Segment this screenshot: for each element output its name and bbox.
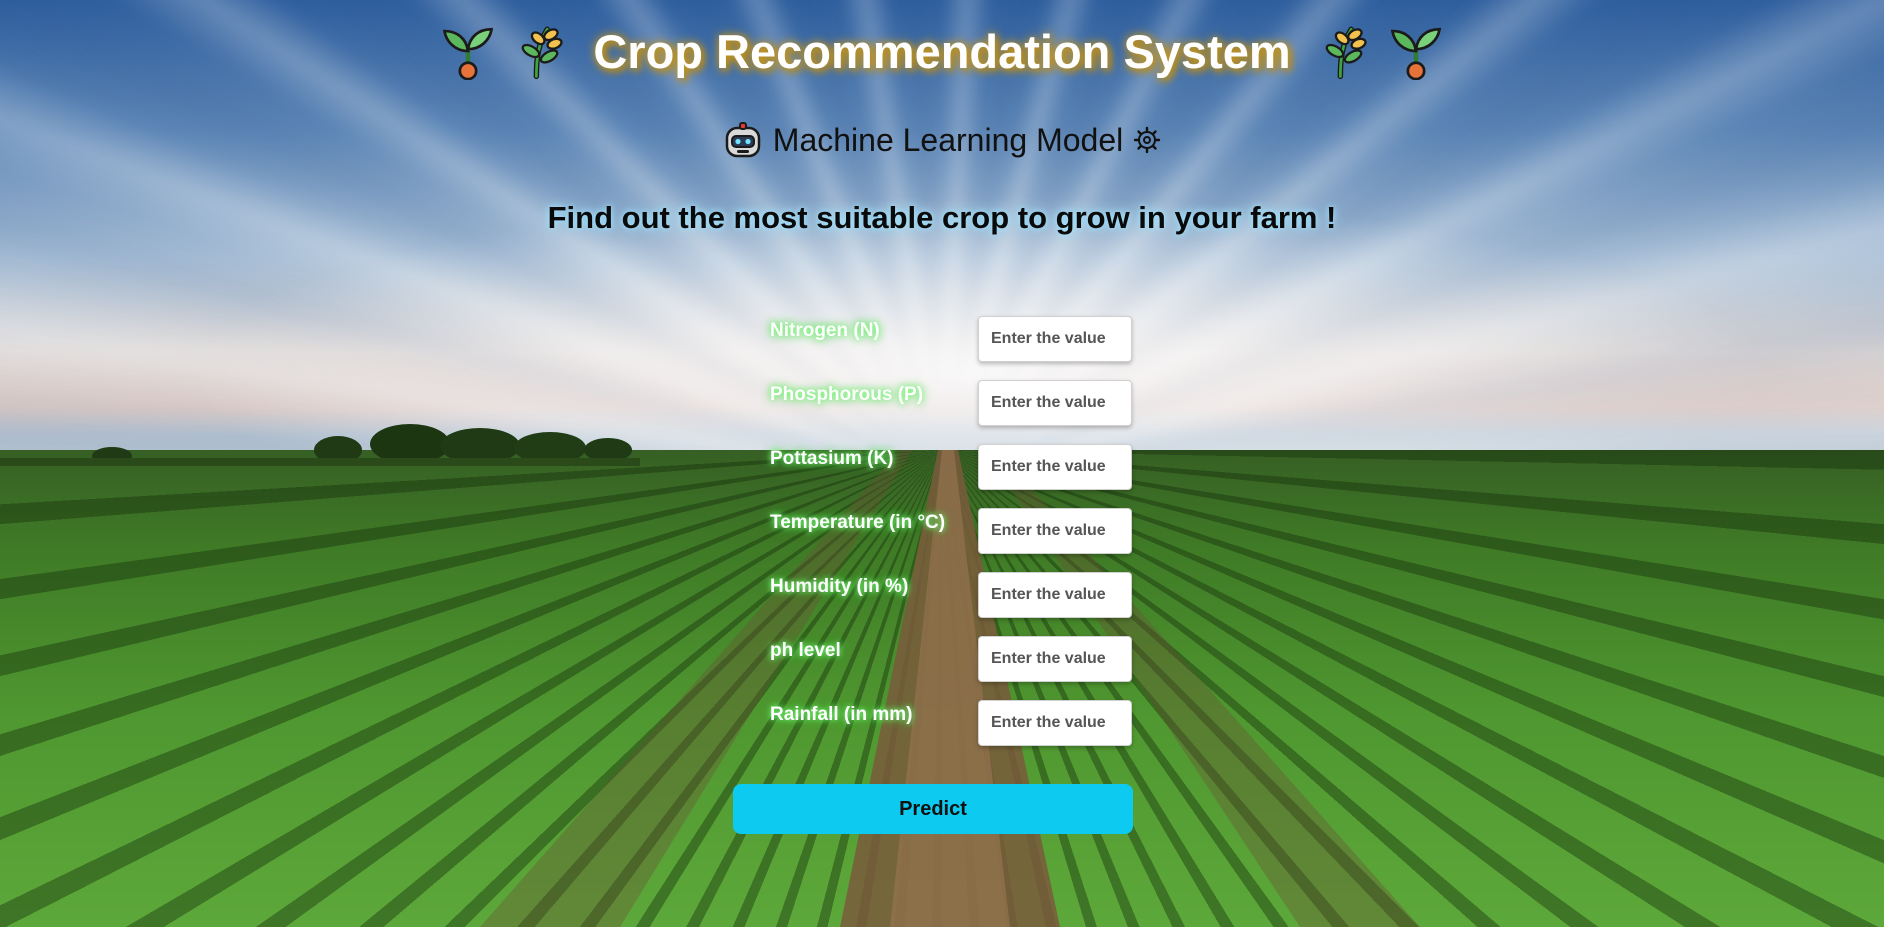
humidity-input[interactable] <box>978 572 1132 618</box>
seedling-icon <box>1390 27 1441 80</box>
field-row-rainfall: Rainfall (in mm) <box>770 700 1134 764</box>
wheat-sheaf-icon <box>1325 26 1367 80</box>
crop-input-form: Nitrogen (N) Phosphorous (P) Pottasium (… <box>770 316 1134 764</box>
phosphorous-label: Phosphorous (P) <box>770 384 924 405</box>
app-title: Crop Recommendation System <box>593 24 1291 78</box>
humidity-label: Humidity (in %) <box>770 576 909 597</box>
gear-icon <box>1134 126 1161 154</box>
nitrogen-label: Nitrogen (N) <box>770 320 880 341</box>
subtitle-row: Machine Learning Model <box>0 120 1884 160</box>
field-row-phosphorous: Phosphorous (P) <box>770 380 1134 444</box>
tagline: Find out the most suitable crop to grow … <box>547 200 1337 235</box>
temperature-input[interactable] <box>978 508 1132 554</box>
field-row-nitrogen: Nitrogen (N) <box>770 316 1134 380</box>
subtitle: Machine Learning Model <box>772 121 1124 158</box>
title-row: Crop Recommendation System <box>0 22 1884 80</box>
field-row-potassium: Pottasium (K) <box>770 444 1134 508</box>
field-row-humidity: Humidity (in %) <box>770 572 1134 636</box>
phosphorous-input[interactable] <box>978 380 1132 426</box>
nitrogen-input[interactable] <box>978 316 1132 362</box>
main-content: Crop Recommendation System Machine Learn <box>0 0 1884 927</box>
ph-input[interactable] <box>978 636 1132 682</box>
potassium-input[interactable] <box>978 444 1132 490</box>
rainfall-label: Rainfall (in mm) <box>770 704 913 725</box>
potassium-label: Pottasium (K) <box>770 448 894 469</box>
field-row-temperature: Temperature (in °C) <box>770 508 1134 572</box>
ph-label: ph level <box>770 640 841 661</box>
robot-icon <box>725 122 761 158</box>
seedling-icon <box>443 27 494 80</box>
wheat-sheaf-icon <box>521 26 563 80</box>
predict-button[interactable]: Predict <box>733 784 1133 834</box>
temperature-label: Temperature (in °C) <box>770 512 946 533</box>
rainfall-input[interactable] <box>978 700 1132 746</box>
field-row-ph: ph level <box>770 636 1134 700</box>
